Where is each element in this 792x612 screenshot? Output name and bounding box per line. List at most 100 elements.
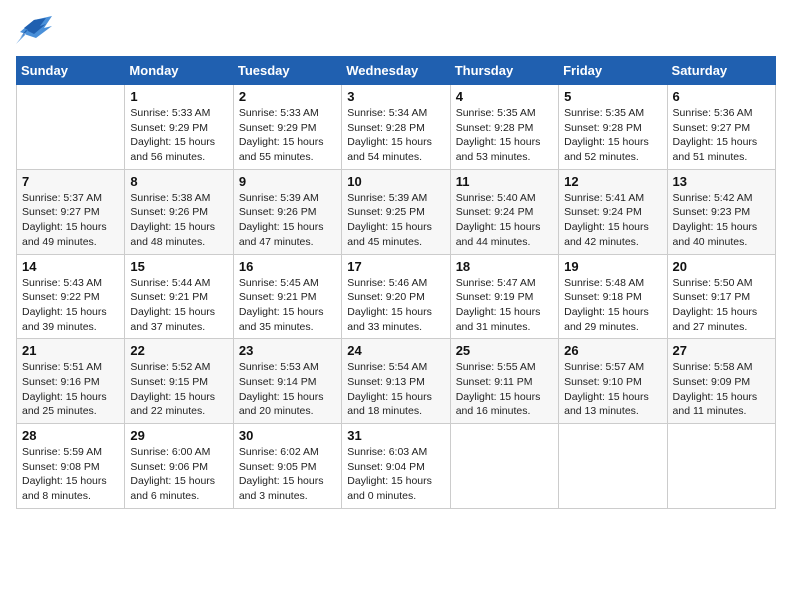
calendar-cell: 7Sunrise: 5:37 AM Sunset: 9:27 PM Daylig… <box>17 169 125 254</box>
day-number: 3 <box>347 89 444 104</box>
calendar-week-row: 14 Sunrise: 5:43 AM Sunset: 9:22 PM Dayli… <box>17 254 776 339</box>
day-info: Sunrise: 5:53 AM Sunset: 9:14 PM Dayligh… <box>239 360 336 419</box>
day-number: 30 <box>239 428 336 443</box>
day-number: 22 <box>130 343 227 358</box>
day-info: Sunrise: 5:57 AM Sunset: 9:10 PM Dayligh… <box>564 360 661 419</box>
day-info: Sunrise: 5:58 AM Sunset: 9:09 PM Dayligh… <box>673 360 770 419</box>
calendar-cell: 22 Sunrise: 5:52 AM Sunset: 9:15 PM Dayli… <box>125 339 233 424</box>
logo <box>16 16 56 44</box>
calendar-cell <box>559 424 667 509</box>
day-info: Sunrise: 5:38 AM Sunset: 9:26 PM Dayligh… <box>130 191 227 250</box>
calendar-cell: 28Sunrise: 5:59 AM Sunset: 9:08 PM Dayli… <box>17 424 125 509</box>
calendar-cell: 10Sunrise: 5:39 AM Sunset: 9:25 PM Dayli… <box>342 169 450 254</box>
day-info: Sunrise: 5:33 AM Sunset: 9:29 PM Dayligh… <box>239 106 336 165</box>
day-info: Sunrise: 5:41 AM Sunset: 9:24 PM Dayligh… <box>564 191 661 250</box>
day-number: 6 <box>673 89 770 104</box>
calendar-cell: 27 Sunrise: 5:58 AM Sunset: 9:09 PM Dayli… <box>667 339 775 424</box>
day-info: Sunrise: 5:37 AM Sunset: 9:27 PM Dayligh… <box>22 191 119 250</box>
weekday-header-wednesday: Wednesday <box>342 57 450 85</box>
calendar-cell: 8 Sunrise: 5:38 AM Sunset: 9:26 PM Daylig… <box>125 169 233 254</box>
calendar-week-row: 28Sunrise: 5:59 AM Sunset: 9:08 PM Dayli… <box>17 424 776 509</box>
day-number: 11 <box>456 174 553 189</box>
day-number: 17 <box>347 259 444 274</box>
day-info: Sunrise: 5:39 AM Sunset: 9:26 PM Dayligh… <box>239 191 336 250</box>
calendar-cell: 4 Sunrise: 5:35 AM Sunset: 9:28 PM Daylig… <box>450 85 558 170</box>
day-info: Sunrise: 5:43 AM Sunset: 9:22 PM Dayligh… <box>22 276 119 335</box>
day-info: Sunrise: 5:50 AM Sunset: 9:17 PM Dayligh… <box>673 276 770 335</box>
calendar-cell: 31 Sunrise: 6:03 AM Sunset: 9:04 PM Dayli… <box>342 424 450 509</box>
weekday-header-friday: Friday <box>559 57 667 85</box>
calendar-cell <box>17 85 125 170</box>
weekday-header-tuesday: Tuesday <box>233 57 341 85</box>
day-number: 2 <box>239 89 336 104</box>
day-number: 25 <box>456 343 553 358</box>
calendar-cell: 3 Sunrise: 5:34 AM Sunset: 9:28 PM Daylig… <box>342 85 450 170</box>
day-info: Sunrise: 5:54 AM Sunset: 9:13 PM Dayligh… <box>347 360 444 419</box>
day-number: 20 <box>673 259 770 274</box>
day-number: 8 <box>130 174 227 189</box>
calendar-cell: 17 Sunrise: 5:46 AM Sunset: 9:20 PM Dayli… <box>342 254 450 339</box>
calendar-week-row: 1 Sunrise: 5:33 AM Sunset: 9:29 PM Daylig… <box>17 85 776 170</box>
day-number: 29 <box>130 428 227 443</box>
calendar-cell: 6 Sunrise: 5:36 AM Sunset: 9:27 PM Daylig… <box>667 85 775 170</box>
day-info: Sunrise: 5:46 AM Sunset: 9:20 PM Dayligh… <box>347 276 444 335</box>
calendar-cell: 30 Sunrise: 6:02 AM Sunset: 9:05 PM Dayli… <box>233 424 341 509</box>
calendar-cell: 25 Sunrise: 5:55 AM Sunset: 9:11 PM Dayli… <box>450 339 558 424</box>
day-number: 31 <box>347 428 444 443</box>
calendar-cell: 19Sunrise: 5:48 AM Sunset: 9:18 PM Dayli… <box>559 254 667 339</box>
day-number: 24 <box>347 343 444 358</box>
day-number: 28 <box>22 428 119 443</box>
day-info: Sunrise: 5:34 AM Sunset: 9:28 PM Dayligh… <box>347 106 444 165</box>
calendar-cell: 21 Sunrise: 5:51 AM Sunset: 9:16 PM Dayli… <box>17 339 125 424</box>
weekday-header-saturday: Saturday <box>667 57 775 85</box>
day-info: Sunrise: 5:52 AM Sunset: 9:15 PM Dayligh… <box>130 360 227 419</box>
weekday-header-thursday: Thursday <box>450 57 558 85</box>
calendar-cell: 15 Sunrise: 5:44 AM Sunset: 9:21 PM Dayli… <box>125 254 233 339</box>
calendar-cell: 26Sunrise: 5:57 AM Sunset: 9:10 PM Dayli… <box>559 339 667 424</box>
calendar-cell: 16 Sunrise: 5:45 AM Sunset: 9:21 PM Dayli… <box>233 254 341 339</box>
day-number: 27 <box>673 343 770 358</box>
day-number: 15 <box>130 259 227 274</box>
day-info: Sunrise: 5:35 AM Sunset: 9:28 PM Dayligh… <box>456 106 553 165</box>
day-info: Sunrise: 5:44 AM Sunset: 9:21 PM Dayligh… <box>130 276 227 335</box>
calendar-cell: 14 Sunrise: 5:43 AM Sunset: 9:22 PM Dayli… <box>17 254 125 339</box>
day-info: Sunrise: 5:35 AM Sunset: 9:28 PM Dayligh… <box>564 106 661 165</box>
calendar-cell: 12Sunrise: 5:41 AM Sunset: 9:24 PM Dayli… <box>559 169 667 254</box>
day-number: 18 <box>456 259 553 274</box>
day-info: Sunrise: 6:03 AM Sunset: 9:04 PM Dayligh… <box>347 445 444 504</box>
day-number: 23 <box>239 343 336 358</box>
calendar-cell <box>667 424 775 509</box>
calendar-cell: 24 Sunrise: 5:54 AM Sunset: 9:13 PM Dayli… <box>342 339 450 424</box>
calendar-cell: 9 Sunrise: 5:39 AM Sunset: 9:26 PM Daylig… <box>233 169 341 254</box>
day-number: 9 <box>239 174 336 189</box>
day-info: Sunrise: 5:42 AM Sunset: 9:23 PM Dayligh… <box>673 191 770 250</box>
calendar-week-row: 7Sunrise: 5:37 AM Sunset: 9:27 PM Daylig… <box>17 169 776 254</box>
calendar-week-row: 21 Sunrise: 5:51 AM Sunset: 9:16 PM Dayli… <box>17 339 776 424</box>
logo-icon <box>16 16 52 44</box>
day-number: 14 <box>22 259 119 274</box>
day-info: Sunrise: 5:45 AM Sunset: 9:21 PM Dayligh… <box>239 276 336 335</box>
day-info: Sunrise: 5:47 AM Sunset: 9:19 PM Dayligh… <box>456 276 553 335</box>
calendar-cell: 18 Sunrise: 5:47 AM Sunset: 9:19 PM Dayli… <box>450 254 558 339</box>
calendar-header-row: SundayMondayTuesdayWednesdayThursdayFrid… <box>17 57 776 85</box>
day-info: Sunrise: 6:02 AM Sunset: 9:05 PM Dayligh… <box>239 445 336 504</box>
day-info: Sunrise: 6:00 AM Sunset: 9:06 PM Dayligh… <box>130 445 227 504</box>
calendar-cell: 23 Sunrise: 5:53 AM Sunset: 9:14 PM Dayli… <box>233 339 341 424</box>
day-info: Sunrise: 5:33 AM Sunset: 9:29 PM Dayligh… <box>130 106 227 165</box>
day-number: 13 <box>673 174 770 189</box>
calendar-cell: 11Sunrise: 5:40 AM Sunset: 9:24 PM Dayli… <box>450 169 558 254</box>
day-number: 16 <box>239 259 336 274</box>
day-number: 21 <box>22 343 119 358</box>
day-number: 10 <box>347 174 444 189</box>
day-number: 19 <box>564 259 661 274</box>
day-number: 1 <box>130 89 227 104</box>
calendar-cell: 1 Sunrise: 5:33 AM Sunset: 9:29 PM Daylig… <box>125 85 233 170</box>
weekday-header-sunday: Sunday <box>17 57 125 85</box>
day-number: 4 <box>456 89 553 104</box>
calendar-table: SundayMondayTuesdayWednesdayThursdayFrid… <box>16 56 776 509</box>
day-info: Sunrise: 5:36 AM Sunset: 9:27 PM Dayligh… <box>673 106 770 165</box>
page-header <box>16 16 776 44</box>
day-info: Sunrise: 5:51 AM Sunset: 9:16 PM Dayligh… <box>22 360 119 419</box>
day-info: Sunrise: 5:55 AM Sunset: 9:11 PM Dayligh… <box>456 360 553 419</box>
weekday-header-monday: Monday <box>125 57 233 85</box>
